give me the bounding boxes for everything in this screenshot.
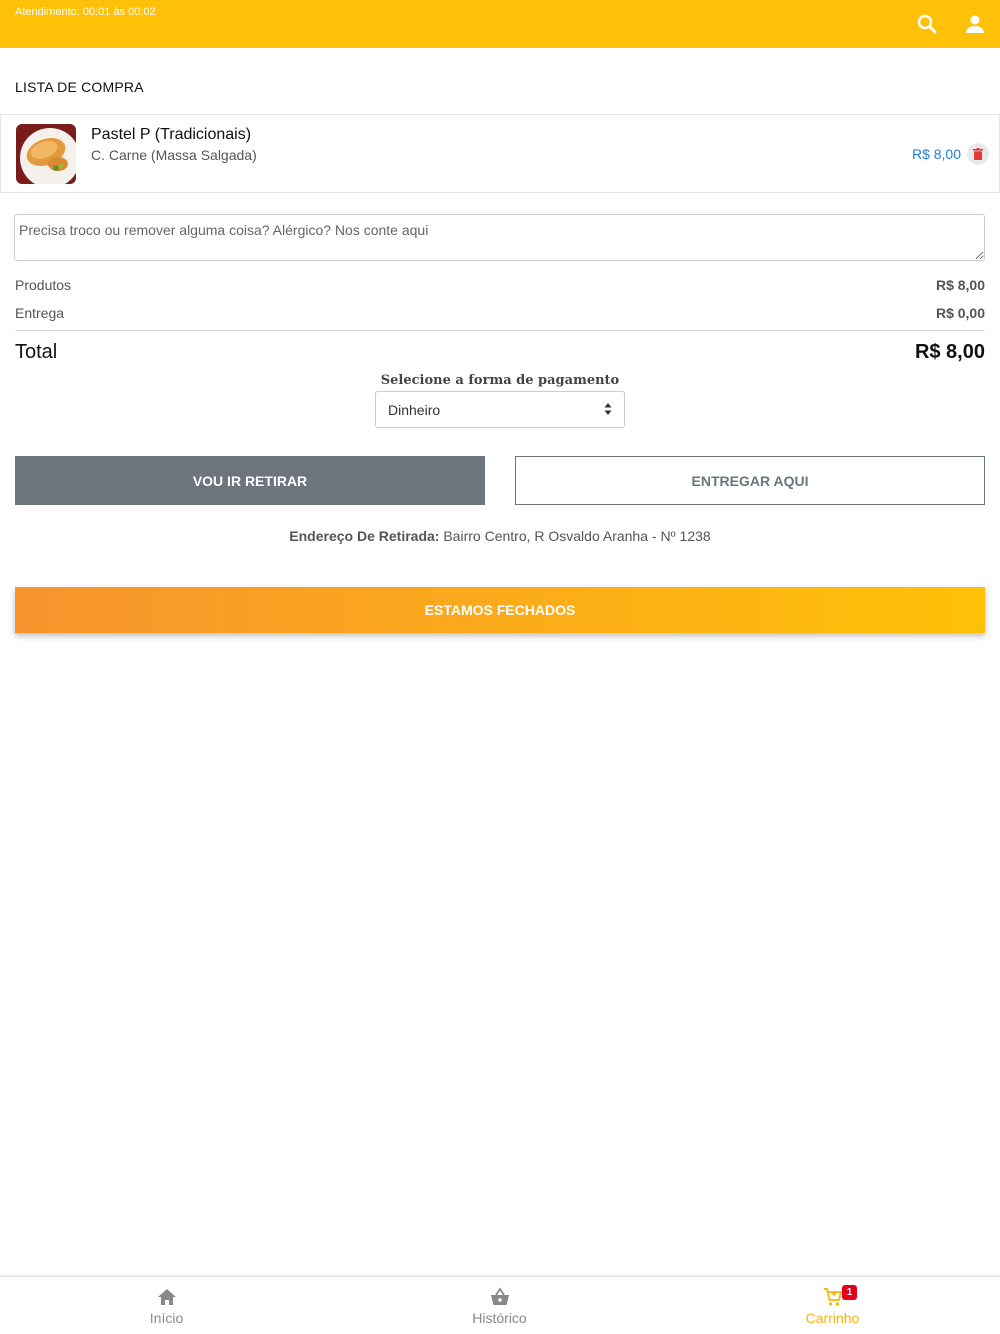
item-name: Pastel P (Tradicionais) [91,126,252,143]
user-icon[interactable] [963,12,987,36]
payment-method-value: Dinheiro [388,402,441,418]
basket-icon [490,1287,509,1305]
summary-divider [15,330,985,331]
pickup-button[interactable]: VOU IR RETIRAR [15,456,485,505]
cart-item: Pastel P (Tradicionais) C. Carne (Massa … [0,114,1000,193]
nav-item-history[interactable]: Histórico [333,1277,666,1334]
nav-label-history: Histórico [472,1310,527,1326]
store-closed-button[interactable]: ESTAMOS FECHADOS [15,587,985,633]
total-label: Total [15,341,58,363]
total-value: R$ 8,00 [914,341,985,363]
pickup-address: Endereço De Retirada: Bairro Centro, R O… [0,528,1000,544]
delivery-value: R$ 0,00 [935,305,985,321]
opening-hours: Atendimento: 00:01 às 00:02 [15,6,156,18]
order-notes-input[interactable] [14,214,985,261]
cart-count-badge: 1 [842,1285,857,1300]
home-icon [157,1289,176,1305]
delivery-label: Entrega [15,305,65,321]
pickup-address-value: Bairro Centro, R Osvaldo Aranha - Nº 123… [443,528,711,544]
payment-method-label: Selecione a forma de pagamento [380,373,620,388]
nav-item-home[interactable]: Início [0,1277,333,1334]
pickup-address-label: Endereço De Retirada: [289,528,440,544]
trash-icon [973,148,983,160]
top-bar: Atendimento: 00:01 às 00:02 [0,0,1000,48]
select-arrows-icon [604,403,612,415]
delete-item-button[interactable] [967,143,989,165]
cart-icon [823,1288,842,1306]
item-price: R$ 8,00 [911,146,961,162]
search-icon[interactable] [915,12,939,36]
products-value: R$ 8,00 [935,277,985,293]
bottom-nav: Início Histórico 1 Carrinho [0,1276,1000,1334]
nav-label-cart: Carrinho [805,1310,860,1326]
payment-method-select[interactable]: Dinheiro [375,391,625,428]
shopping-list-title: LISTA DE COMPRA [15,79,144,95]
deliver-button[interactable]: ENTREGAR AQUI [515,456,985,505]
products-label: Produtos [15,277,72,293]
nav-label-home: Início [149,1310,184,1326]
product-thumbnail [16,124,76,184]
item-description: C. Carne (Massa Salgada) [91,147,257,163]
nav-item-cart[interactable]: 1 Carrinho [666,1277,999,1334]
